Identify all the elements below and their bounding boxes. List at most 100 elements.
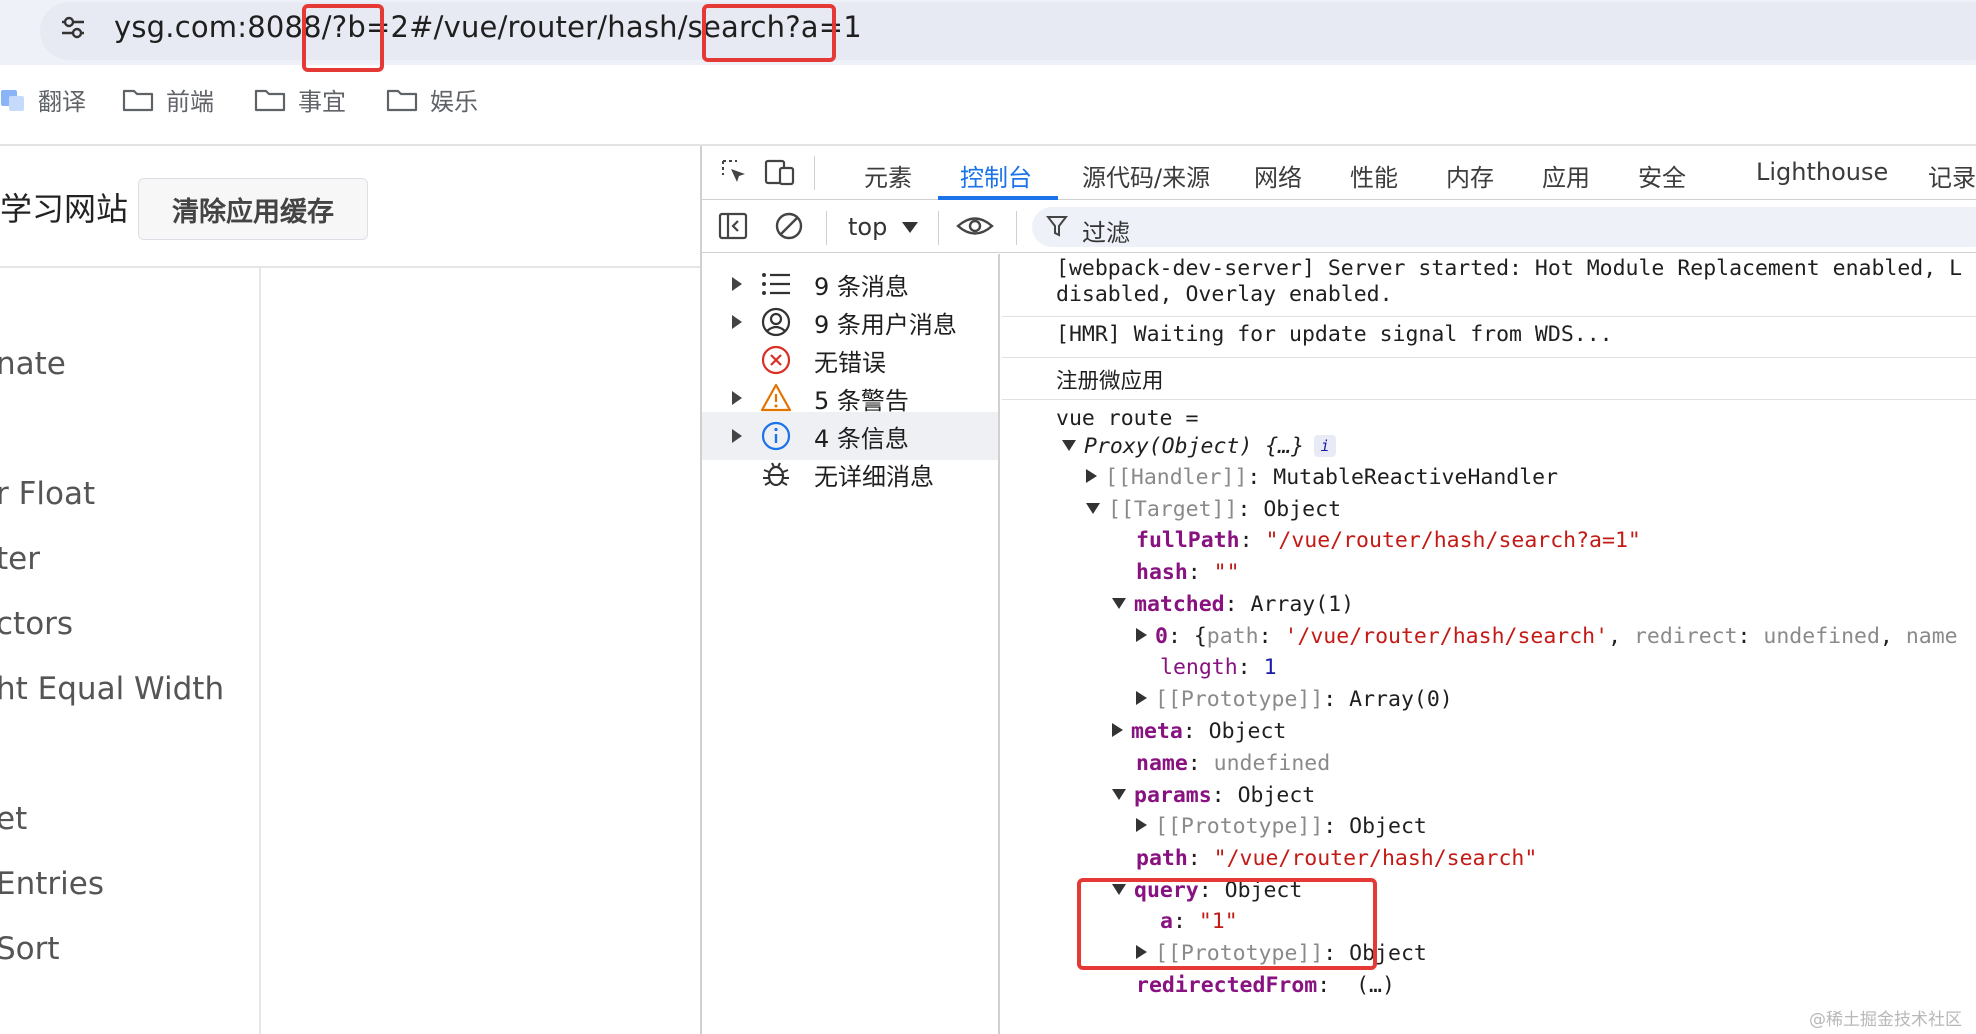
bookmark-label: 事宜	[298, 88, 346, 116]
tab-lighthouse[interactable]: Lighthouse	[1756, 158, 1888, 186]
sidebar-item-label: 4 条信息	[814, 424, 909, 453]
eye-icon[interactable]	[956, 211, 994, 241]
tree-node-fullpath: fullPath: "/vue/router/hash/search?a=1"	[1136, 528, 1641, 553]
prop-value: 1	[1263, 655, 1277, 680]
header-divider	[0, 266, 700, 268]
tree-node-matched[interactable]: matched: Array(1)	[1112, 592, 1354, 617]
translate-icon	[1, 89, 24, 111]
tree-node-redirected-from[interactable]: redirectedFrom: (…)	[1136, 973, 1395, 998]
tab-application[interactable]: 应用	[1542, 158, 1590, 193]
error-icon	[761, 345, 791, 375]
prop-key: path	[1136, 846, 1188, 871]
expand-arrow-icon[interactable]	[1136, 628, 1147, 642]
tab-network[interactable]: 网络	[1254, 158, 1302, 193]
toolbar-separator	[938, 211, 939, 245]
site-title: 学习网站	[0, 190, 129, 228]
nav-item[interactable]: et	[0, 801, 27, 837]
tab-elements[interactable]: 元素	[864, 158, 912, 193]
tree-node-matched-0[interactable]: 0: {path: '/vue/router/hash/search', red…	[1136, 624, 1958, 649]
expand-arrow-icon[interactable]	[732, 277, 742, 291]
tree-node-path: path: "/vue/router/hash/search"	[1136, 846, 1538, 871]
info-badge-icon[interactable]: i	[1314, 435, 1337, 457]
bookmark-label: 翻译	[38, 88, 86, 116]
tab-performance[interactable]: 性能	[1350, 158, 1398, 193]
expand-arrow-icon[interactable]	[732, 429, 742, 443]
expand-arrow-icon[interactable]	[1112, 723, 1123, 737]
web-page: 学习网站 清除应用缓存 nate r Float ter ctors ht Eq…	[0, 146, 700, 1034]
clear-console-icon[interactable]	[774, 211, 804, 241]
brace: {	[1193, 624, 1207, 649]
nav-item[interactable]: Sort	[0, 931, 60, 967]
collapse-arrow-icon[interactable]	[1112, 789, 1126, 800]
message-separator	[1002, 357, 1976, 358]
tree-node-prototype[interactable]: [[Prototype]]: Array(0)	[1136, 687, 1453, 712]
prop-value: undefined	[1763, 624, 1880, 649]
prop-value: Object	[1208, 719, 1287, 744]
prop-value: Array(1)	[1250, 592, 1355, 617]
bookmark-folder-entertainment[interactable]: 娱乐	[386, 82, 478, 117]
sidebar-item-label: 9 条消息	[814, 272, 909, 301]
prop-key: path	[1206, 624, 1259, 649]
nav-item[interactable]: ter	[0, 541, 40, 577]
expand-arrow-icon[interactable]	[1086, 469, 1097, 483]
bug-icon	[763, 462, 789, 487]
sidebar-item-label: 无详细消息	[814, 462, 934, 491]
tab-recorder[interactable]: 记录	[1928, 158, 1976, 193]
console-toolbar: top 过滤	[702, 201, 1976, 253]
inspect-element-icon[interactable]	[720, 158, 750, 188]
prop-value: '/vue/router/hash/search'	[1284, 624, 1609, 649]
tab-security[interactable]: 安全	[1638, 158, 1686, 193]
prop-key: redirectedFrom	[1136, 973, 1318, 998]
prop-key: hash	[1136, 560, 1188, 585]
tree-node-proxy[interactable]: Proxy(Object) {…} i	[1062, 434, 1337, 459]
sidebar-item-verbose[interactable]: 无详细消息	[702, 450, 998, 498]
chevron-down-icon[interactable]	[902, 222, 918, 233]
prop-key: params	[1134, 783, 1212, 808]
message-separator	[1002, 316, 1976, 317]
sidebar-item-label: 5 条警告	[814, 386, 909, 415]
prop-value: undefined	[1213, 751, 1331, 776]
nav-item[interactable]: ctors	[0, 606, 73, 642]
prop-key: redirect	[1633, 624, 1738, 649]
tree-node-handler[interactable]: [[Handler]]: MutableReactiveHandler	[1086, 465, 1558, 490]
nav-item[interactable]: ht Equal Width	[0, 671, 224, 707]
sidebar-divider	[259, 268, 261, 1034]
bookmark-folder-frontend[interactable]: 前端	[122, 82, 214, 117]
bookmark-folder-matters[interactable]: 事宜	[254, 82, 346, 117]
collapse-arrow-icon[interactable]	[1086, 503, 1100, 514]
console-message: vue route =	[1056, 406, 1199, 431]
collapse-arrow-icon[interactable]	[1062, 440, 1076, 451]
tab-sources[interactable]: 源代码/来源	[1082, 158, 1210, 193]
filter-icon	[1046, 216, 1068, 237]
expand-arrow-icon[interactable]	[732, 391, 742, 405]
devtools-tabbar: 元素 控制台 源代码/来源 网络 性能 内存 应用 安全 Lighthouse …	[702, 146, 1976, 200]
tree-node-params[interactable]: params: Object	[1112, 783, 1315, 808]
prop-key: [[Target]]	[1108, 497, 1238, 522]
prop-value: Array(0)	[1349, 687, 1453, 712]
tune-icon[interactable]	[58, 12, 88, 42]
sidebar-toggle-icon[interactable]	[718, 211, 748, 241]
prop-key: name	[1136, 751, 1188, 776]
tree-node-meta[interactable]: meta: Object	[1112, 719, 1286, 744]
prop-key: matched	[1134, 592, 1225, 617]
tree-node-prototype[interactable]: [[Prototype]]: Object	[1136, 814, 1427, 839]
sidebar-item-label: 无错误	[814, 348, 886, 377]
expand-arrow-icon[interactable]	[1136, 818, 1147, 832]
prop-value: Object	[1263, 497, 1342, 522]
tab-console[interactable]: 控制台	[960, 158, 1032, 193]
collapse-arrow-icon[interactable]	[1112, 598, 1126, 609]
expand-arrow-icon[interactable]	[732, 315, 742, 329]
nav-item[interactable]: nate	[0, 346, 66, 382]
device-toolbar-icon[interactable]	[764, 158, 796, 188]
expand-arrow-icon[interactable]	[1136, 691, 1147, 705]
message-separator	[1002, 399, 1976, 400]
nav-item[interactable]: Entries	[0, 866, 104, 902]
prop-key: [[Prototype]]	[1155, 687, 1324, 712]
context-selector[interactable]: top	[848, 213, 887, 241]
bookmark-translate[interactable]: 翻译	[0, 82, 86, 117]
nav-item[interactable]: r Float	[0, 476, 95, 512]
tab-memory[interactable]: 内存	[1446, 158, 1494, 193]
filter-input[interactable]	[1032, 207, 1976, 247]
clear-cache-button[interactable]: 清除应用缓存	[138, 178, 368, 240]
tree-node-target[interactable]: [[Target]]: Object	[1086, 497, 1341, 522]
